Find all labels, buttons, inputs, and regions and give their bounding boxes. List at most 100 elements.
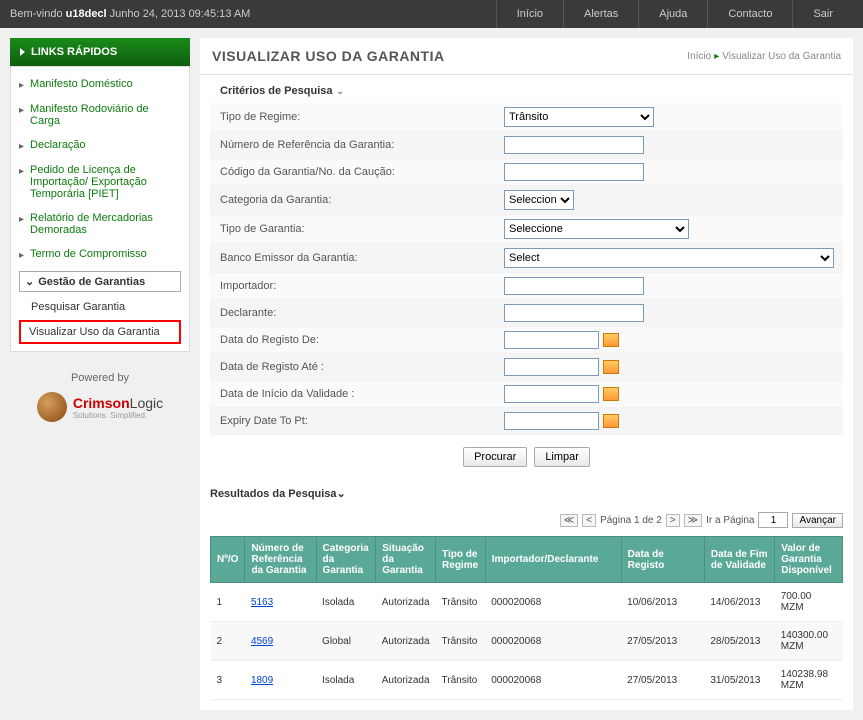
- cell-data: 27/05/2013: [621, 622, 704, 661]
- cell-no: 2: [211, 622, 245, 661]
- pager-last[interactable]: ≫: [684, 514, 702, 527]
- pager-first[interactable]: ≪: [560, 514, 578, 527]
- nav-contacto[interactable]: Contacto: [707, 0, 792, 28]
- ref-link[interactable]: 5163: [251, 597, 273, 608]
- input-importador[interactable]: [504, 277, 644, 295]
- ref-link[interactable]: 1809: [251, 675, 273, 686]
- cell-no: 1: [211, 583, 245, 622]
- cell-data: 27/05/2013: [621, 661, 704, 700]
- lbl-num-ref: Número de Referência da Garantia:: [210, 133, 500, 157]
- cell-ref: 4569: [245, 622, 316, 661]
- page-title: VISUALIZAR USO DA GARANTIA: [212, 48, 445, 64]
- bullet-icon: ▸: [19, 166, 24, 177]
- input-num-ref[interactable]: [504, 136, 644, 154]
- chevron-down-icon: ⌄: [337, 488, 346, 500]
- cell-imp: 000020068: [485, 661, 621, 700]
- th-ref[interactable]: Número de Referência da Garantia: [245, 537, 316, 583]
- input-data-inicio[interactable]: [504, 385, 599, 403]
- calendar-icon[interactable]: [603, 333, 619, 347]
- chevron-down-icon: ⌄: [25, 275, 34, 288]
- calendar-icon[interactable]: [603, 360, 619, 374]
- sidebar: LINKS RÁPIDOS ▸Manifesto Doméstico ▸Mani…: [10, 38, 190, 710]
- sidebar-item-manifesto-rodoviario[interactable]: ▸Manifesto Rodoviário de Carga: [11, 97, 189, 133]
- calendar-icon[interactable]: [603, 414, 619, 428]
- input-codigo[interactable]: [504, 163, 644, 181]
- brand-tagline: Solutions. Simplified.: [73, 411, 163, 420]
- breadcrumb: Início▸Visualizar Uso da Garantia: [687, 51, 841, 62]
- th-val[interactable]: Valor de Garantia Disponível: [775, 537, 843, 583]
- sidebar-item-relatorio[interactable]: ▸Relatório de Mercadorias Demoradas: [11, 206, 189, 242]
- cell-ref: 5163: [245, 583, 316, 622]
- search-button[interactable]: Procurar: [463, 447, 527, 467]
- cell-data: 10/06/2013: [621, 583, 704, 622]
- sidebar-menu: ▸Manifesto Doméstico ▸Manifesto Rodoviár…: [10, 66, 190, 352]
- sidebar-item-declaracao[interactable]: ▸Declaração: [11, 133, 189, 158]
- ref-link[interactable]: 4569: [251, 636, 273, 647]
- lbl-banco: Banco Emissor da Garantia:: [210, 246, 500, 270]
- bullet-icon: ▸: [19, 214, 24, 225]
- pager-prev[interactable]: <: [582, 514, 596, 527]
- th-imp[interactable]: Importador/Declarante: [485, 537, 621, 583]
- sidebar-sub-header[interactable]: ⌄Gestão de Garantias: [19, 271, 181, 292]
- th-data[interactable]: Data de Registo: [621, 537, 704, 583]
- input-data-ate[interactable]: [504, 358, 599, 376]
- sidebar-sub-visualizar[interactable]: Visualizar Uso da Garantia: [19, 320, 181, 344]
- criteria-title[interactable]: Critérios de Pesquisa⌄: [200, 75, 853, 103]
- lbl-data-de: Data do Registo De:: [210, 328, 500, 352]
- sidebar-item-termo[interactable]: ▸Termo de Compromisso: [11, 242, 189, 267]
- pager-next[interactable]: >: [666, 514, 680, 527]
- cell-val: 140238.98 MZM: [775, 661, 843, 700]
- cell-val: 700.00 MZM: [775, 583, 843, 622]
- cell-sit: Autorizada: [376, 583, 436, 622]
- cell-sit: Autorizada: [376, 661, 436, 700]
- th-sit[interactable]: Situação da Garantia: [376, 537, 436, 583]
- cell-cat: Global: [316, 622, 376, 661]
- sidebar-sub-pesquisar[interactable]: Pesquisar Garantia: [11, 296, 189, 318]
- cell-tipo: Trânsito: [436, 661, 486, 700]
- chevron-down-icon: ⌄: [337, 86, 345, 96]
- shell-icon: [37, 392, 67, 422]
- cell-ref: 1809: [245, 661, 316, 700]
- th-cat[interactable]: Categoria da Garantia: [316, 537, 376, 583]
- th-no[interactable]: Nº/O: [211, 537, 245, 583]
- nav-ajuda[interactable]: Ajuda: [638, 0, 707, 28]
- cell-fim: 14/06/2013: [704, 583, 774, 622]
- cell-tipo: Trânsito: [436, 583, 486, 622]
- select-banco[interactable]: Select: [504, 248, 834, 268]
- results-table: Nº/O Número de Referência da Garantia Ca…: [210, 536, 843, 700]
- table-row: 24569GlobalAutorizadaTrânsito00002006827…: [211, 622, 843, 661]
- nav-inicio[interactable]: Início: [496, 0, 563, 28]
- cell-imp: 000020068: [485, 622, 621, 661]
- logo-block: CrimsonLogic Solutions. Simplified.: [10, 392, 190, 422]
- lbl-importador: Importador:: [210, 274, 500, 298]
- select-tipo-garantia[interactable]: Seleccione: [504, 219, 689, 239]
- input-declarante[interactable]: [504, 304, 644, 322]
- th-fim[interactable]: Data de Fim de Validade: [704, 537, 774, 583]
- table-row: 3 1809 IsoladaAutorizadaTrânsito0000200682…: [211, 661, 843, 700]
- bullet-icon: ▸: [19, 250, 24, 261]
- select-tipo-regime[interactable]: Trânsito: [504, 107, 654, 127]
- pager-go-button[interactable]: Avançar: [792, 513, 843, 528]
- bullet-icon: ▸: [19, 80, 24, 91]
- lbl-declarante: Declarante:: [210, 301, 500, 325]
- input-data-de[interactable]: [504, 331, 599, 349]
- nav-alertas[interactable]: Alertas: [563, 0, 638, 28]
- topbar-nav: Início Alertas Ajuda Contacto Sair: [496, 0, 853, 28]
- sidebar-item-manifesto-domestico[interactable]: ▸Manifesto Doméstico: [11, 72, 189, 97]
- cell-no: 3: [211, 661, 245, 700]
- results-title[interactable]: Resultados da Pesquisa⌄: [200, 479, 853, 508]
- cell-fim: 28/05/2013: [704, 622, 774, 661]
- pager-text: Página 1 de 2: [600, 515, 662, 526]
- select-categoria[interactable]: Seleccione: [504, 190, 574, 210]
- sidebar-item-piet[interactable]: ▸Pedido de Licença de Importação/ Export…: [11, 158, 189, 206]
- pager-goto-input[interactable]: [758, 512, 788, 528]
- lbl-tipo-garantia: Tipo de Garantia:: [210, 217, 500, 241]
- input-expiry[interactable]: [504, 412, 599, 430]
- th-tipo[interactable]: Tipo de Regime: [436, 537, 486, 583]
- nav-sair[interactable]: Sair: [792, 0, 853, 28]
- calendar-icon[interactable]: [603, 387, 619, 401]
- cell-cat: Isolada: [316, 583, 376, 622]
- cell-cat: Isolada: [316, 661, 376, 700]
- cell-tipo: Trânsito: [436, 622, 486, 661]
- clear-button[interactable]: Limpar: [534, 447, 590, 467]
